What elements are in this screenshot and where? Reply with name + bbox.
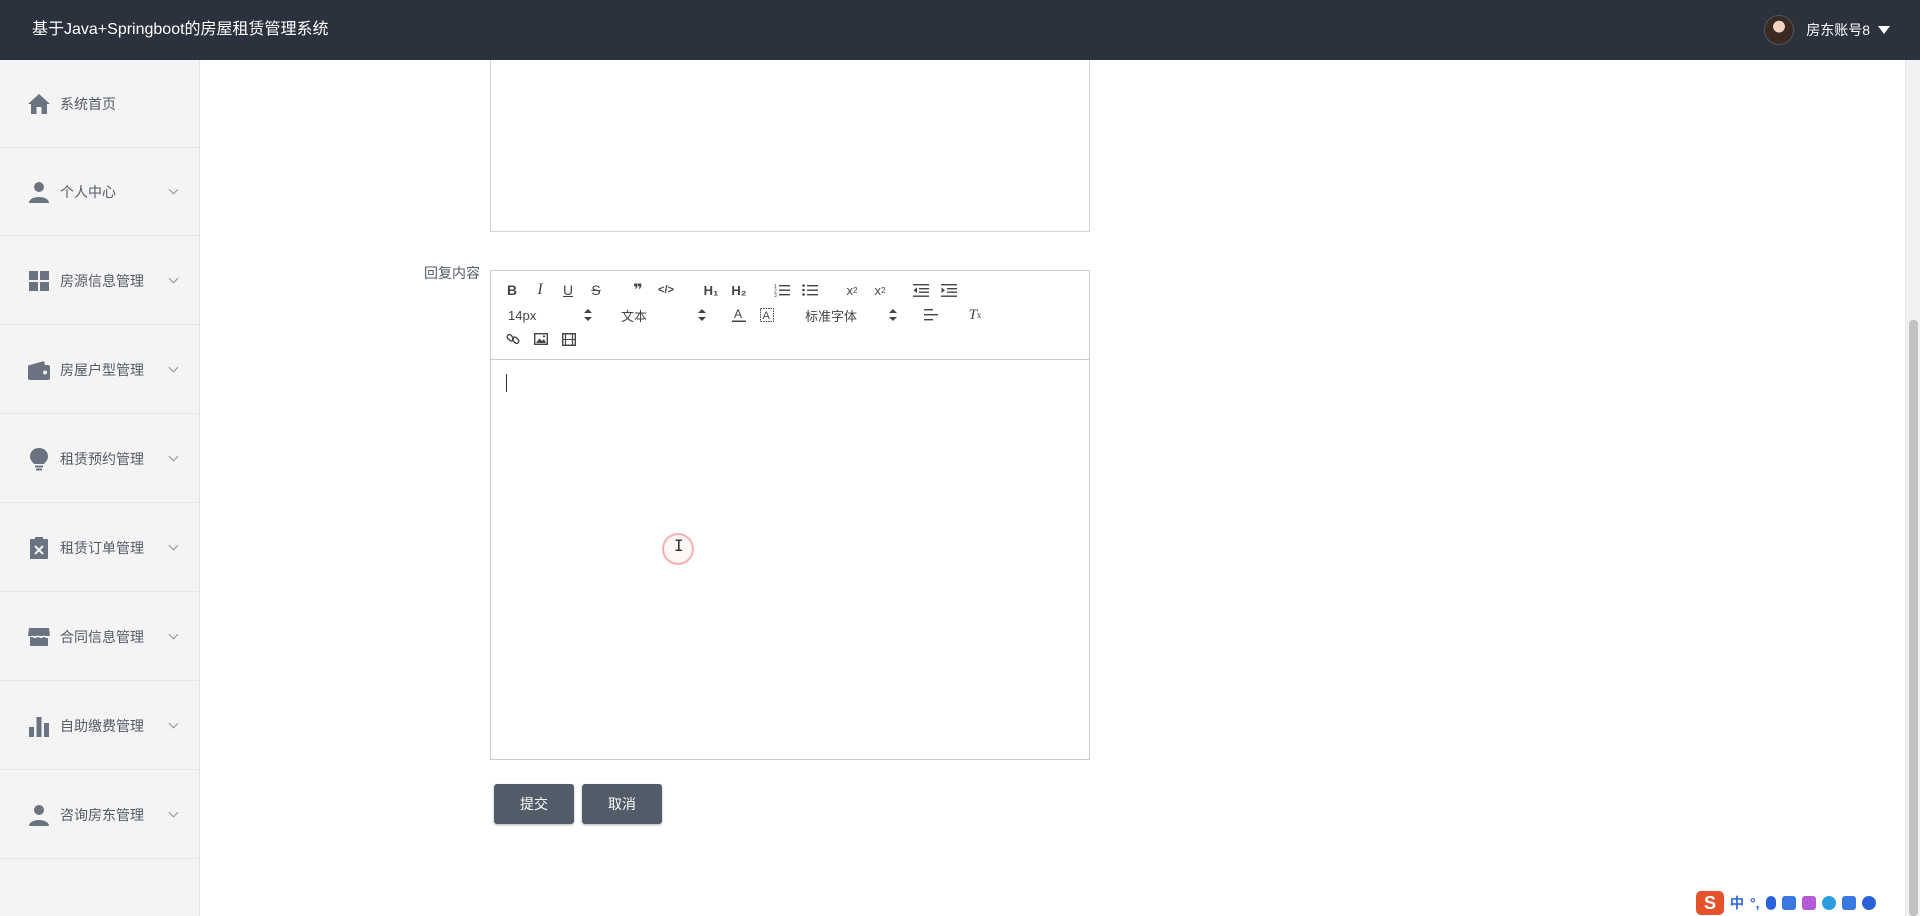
- editor-content-area[interactable]: [491, 360, 1089, 759]
- text-format-value: 文本: [621, 308, 648, 324]
- sidebar-item-label: 租赁订单管理: [60, 539, 144, 556]
- font-color-icon[interactable]: A: [731, 306, 747, 324]
- font-size-value: 14px: [508, 307, 537, 323]
- clipboard-icon: [27, 536, 51, 560]
- app-title: 基于Java+Springboot的房屋租赁管理系统: [32, 21, 329, 38]
- text-caret: [506, 374, 507, 392]
- apps-grid-icon[interactable]: [1841, 896, 1856, 910]
- ordered-list-icon[interactable]: 123: [773, 281, 791, 299]
- outdent-icon[interactable]: [912, 281, 930, 299]
- chevron-down-icon: [168, 718, 179, 729]
- rich-text-editor[interactable]: B I U S ❞ </> H₁ H₂ 123 x2 x2 14px 文本 A …: [490, 270, 1090, 760]
- align-left-icon[interactable]: [922, 306, 940, 324]
- select-arrows-icon: [698, 308, 706, 322]
- sidebar: 系统首页 个人中心 房源信息管理 房屋户型管理 租赁预约管理 租赁订单管理 合同…: [0, 60, 200, 916]
- settings-icon[interactable]: [1861, 896, 1876, 910]
- sidebar-item-home[interactable]: 系统首页: [0, 60, 199, 148]
- sidebar-item-house-types[interactable]: 房屋户型管理: [0, 326, 199, 414]
- previous-editor-content[interactable]: [490, 60, 1090, 232]
- microphone-icon[interactable]: [1765, 896, 1776, 910]
- sidebar-item-label: 咨询房东管理: [60, 806, 144, 823]
- submit-button[interactable]: 提交: [494, 784, 574, 824]
- sidebar-item-landlord-consult[interactable]: 咨询房东管理: [0, 771, 199, 859]
- user-menu[interactable]: 房东账号8: [1764, 14, 1890, 46]
- select-arrows-icon: [889, 308, 897, 322]
- indent-icon[interactable]: [940, 281, 958, 299]
- sidebar-item-label: 租赁预约管理: [60, 450, 144, 467]
- superscript-icon[interactable]: x2: [871, 281, 889, 299]
- skin-icon[interactable]: [1801, 896, 1816, 910]
- sidebar-item-label: 个人中心: [60, 183, 116, 200]
- username[interactable]: 房东账号8: [1806, 20, 1870, 40]
- chevron-down-icon: [168, 540, 179, 551]
- top-bar: 基于Java+Springboot的房屋租赁管理系统 房东账号8: [0, 0, 1920, 60]
- sidebar-item-label: 系统首页: [60, 95, 116, 112]
- image-icon[interactable]: [532, 330, 550, 348]
- underline-icon[interactable]: U: [560, 281, 576, 299]
- chevron-down-icon: [168, 362, 179, 373]
- heading-1-icon[interactable]: H₁: [700, 281, 722, 299]
- chevron-down-icon: [168, 629, 179, 640]
- sidebar-item-label: 房屋户型管理: [60, 361, 144, 378]
- keyboard-icon[interactable]: [1781, 896, 1796, 910]
- bullet-list-icon[interactable]: [801, 281, 819, 299]
- blockquote-icon[interactable]: ❞: [629, 281, 647, 299]
- svg-text:A: A: [734, 307, 742, 321]
- wallet-icon: [27, 358, 51, 382]
- person-icon: [27, 180, 51, 204]
- background-color-icon[interactable]: A: [759, 306, 775, 324]
- chevron-down-icon: [168, 184, 179, 195]
- heading-2-icon[interactable]: H₂: [728, 281, 750, 299]
- chevron-down-icon: [168, 807, 179, 818]
- grid-icon: [27, 269, 51, 293]
- caret-down-icon[interactable]: [1878, 26, 1890, 34]
- sidebar-item-label: 自助缴费管理: [60, 717, 144, 734]
- font-family-value: 标准字体: [805, 308, 858, 324]
- sidebar-item-orders[interactable]: 租赁订单管理: [0, 504, 199, 592]
- svg-text:3: 3: [774, 293, 777, 297]
- bulb-icon: [27, 447, 51, 471]
- bar-chart-icon: [27, 714, 51, 738]
- scrollbar-thumb[interactable]: [1909, 320, 1918, 916]
- home-icon: [27, 92, 51, 116]
- chevron-down-icon: [168, 273, 179, 284]
- font-size-select[interactable]: 14px: [508, 306, 592, 324]
- select-arrows-icon: [584, 308, 592, 322]
- sidebar-item-label: 房源信息管理: [60, 272, 144, 289]
- subscript-icon[interactable]: x2: [843, 281, 861, 299]
- ime-mode[interactable]: 中: [1730, 893, 1744, 913]
- editor-toolbar: B I U S ❞ </> H₁ H₂ 123 x2 x2 14px 文本 A …: [491, 271, 1089, 360]
- font-family-select[interactable]: 标准字体: [805, 306, 897, 324]
- video-icon[interactable]: [560, 330, 578, 348]
- code-block-icon[interactable]: </>: [657, 281, 675, 299]
- person-icon: [27, 803, 51, 827]
- sidebar-item-contracts[interactable]: 合同信息管理: [0, 593, 199, 681]
- reply-content-label: 回复内容: [424, 265, 480, 281]
- sidebar-item-payments[interactable]: 自助缴费管理: [0, 682, 199, 770]
- strikethrough-icon[interactable]: S: [588, 281, 604, 299]
- chevron-down-icon: [168, 451, 179, 462]
- sogou-logo-icon[interactable]: S: [1696, 891, 1724, 915]
- text-format-select[interactable]: 文本: [621, 306, 706, 324]
- robot-icon[interactable]: [1821, 896, 1836, 910]
- sidebar-item-label: 合同信息管理: [60, 628, 144, 645]
- page-scrollbar[interactable]: [1905, 60, 1920, 916]
- sidebar-item-listings[interactable]: 房源信息管理: [0, 237, 199, 325]
- punctuation-icon[interactable]: °,: [1750, 895, 1760, 911]
- bold-icon[interactable]: B: [504, 281, 520, 299]
- sidebar-item-reservations[interactable]: 租赁预约管理: [0, 415, 199, 503]
- clear-format-icon[interactable]: Tx: [966, 306, 984, 324]
- ime-toolbar[interactable]: S 中 °,: [1692, 890, 1880, 916]
- avatar[interactable]: [1764, 15, 1795, 45]
- svg-text:A: A: [763, 310, 771, 322]
- text-cursor-icon: I: [674, 536, 684, 555]
- link-icon[interactable]: [504, 330, 522, 348]
- store-icon: [27, 625, 51, 649]
- main-content: 回复内容 B I U S ❞ </> H₁ H₂ 123 x2 x2 14px …: [200, 60, 1905, 916]
- cancel-button[interactable]: 取消: [582, 784, 662, 824]
- italic-icon[interactable]: I: [532, 281, 548, 299]
- sidebar-item-personal-center[interactable]: 个人中心: [0, 148, 199, 236]
